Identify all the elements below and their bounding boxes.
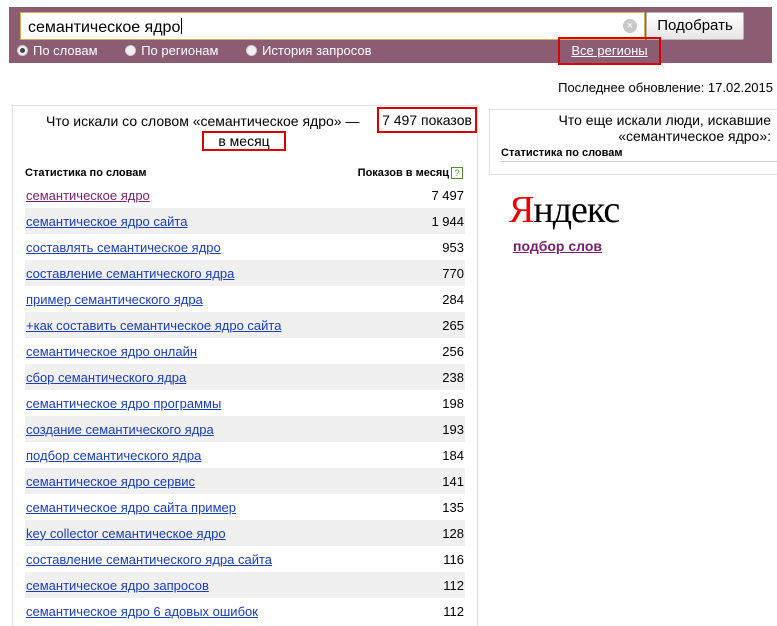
keyword-link[interactable]: семантическое ядро сервис	[25, 474, 195, 489]
table-row: составление семантического ядра сайта 116	[25, 546, 465, 572]
text-caret	[181, 18, 183, 34]
column-header-keyword: Статистика по словам	[25, 167, 147, 179]
keyword-count: 770	[442, 265, 464, 281]
radio-label: По словам	[33, 43, 98, 58]
table-row: семантическое ядро сайта пример 135	[25, 494, 465, 520]
keyword-link[interactable]: семантическое ядро 6 адовых ошибок	[25, 604, 258, 619]
keyword-link[interactable]: семантическое ядро	[25, 188, 150, 203]
related-heading-line2: «семантическое ядро»:	[618, 128, 771, 144]
table-row: сбор семантического ядра 238	[25, 364, 465, 390]
keyword-count: 256	[442, 343, 464, 359]
keyword-link[interactable]: составление семантического ядра сайта	[25, 552, 272, 567]
total-impressions: 7 497 показов	[377, 107, 477, 133]
related-column-header: Статистика по словам	[501, 147, 623, 159]
radio-icon	[246, 45, 258, 56]
table-row: семантическое ядро 7 497	[25, 182, 465, 208]
radio-selected-icon	[17, 45, 28, 56]
panel-heading: Что искали со словом «семантическое ядро…	[46, 113, 360, 129]
keyword-link[interactable]: сбор семантического ядра	[25, 370, 186, 385]
divider	[500, 161, 777, 162]
keyword-count: 198	[442, 395, 464, 411]
search-input-value: семантическое ядро	[28, 18, 183, 36]
keyword-count: 265	[442, 317, 464, 333]
keyword-link[interactable]: семантическое ядро сайта	[25, 214, 187, 229]
keyword-count: 135	[442, 499, 464, 515]
clear-icon[interactable]: ×	[623, 19, 637, 33]
per-month-label: в месяц	[202, 131, 286, 151]
logo-first-letter: Я	[509, 189, 534, 231]
all-regions-link[interactable]: Все регионы	[571, 43, 647, 58]
keyword-link[interactable]: +как составить семантическое ядро сайта	[25, 318, 281, 333]
keyword-link[interactable]: составление семантического ядра	[25, 266, 234, 281]
radio-by-words[interactable]: По словам	[17, 43, 98, 58]
keyword-link[interactable]: подбор семантического ядра	[25, 448, 201, 463]
table-row: key collector семантическое ядро 128	[25, 520, 465, 546]
all-regions-highlight: Все регионы	[558, 37, 661, 65]
table-row: семантическое ядро запросов 112	[25, 572, 465, 598]
table-row: семантическое ядро онлайн 256	[25, 338, 465, 364]
related-searches-panel: Что еще искали люди, искавшие «семантиче…	[489, 109, 777, 175]
table-row: составление семантического ядра 770	[25, 260, 465, 286]
keyword-link[interactable]: составлять семантическое ядро	[25, 240, 221, 255]
column-header-count-label: Показов в месяц	[357, 167, 449, 179]
related-heading: Что еще искали люди, искавшие «семантиче…	[559, 112, 771, 144]
keyword-table: семантическое ядро 7 497 семантическое яд…	[25, 182, 465, 624]
yandex-logo[interactable]: Яндекс	[509, 189, 620, 231]
table-row: семантическое ядро сервис 141	[25, 468, 465, 494]
keyword-count: 238	[442, 369, 464, 385]
radio-history[interactable]: История запросов	[246, 43, 372, 58]
last-update: Последнее обновление: 17.02.2015	[558, 80, 773, 95]
keyword-count: 141	[442, 473, 464, 489]
table-row: подбор семантического ядра 184	[25, 442, 465, 468]
keyword-link[interactable]: создание семантического ядра	[25, 422, 214, 437]
table-row: составлять семантическое ядро 953	[25, 234, 465, 260]
table-row: семантическое ядро сайта 1 944	[25, 208, 465, 234]
keyword-count: 7 497	[431, 187, 464, 203]
radio-icon	[125, 45, 137, 56]
search-mode-radios: По словам По регионам История запросов	[17, 43, 396, 58]
keyword-count: 1 944	[431, 213, 464, 229]
search-input[interactable]: семантическое ядро ×	[20, 12, 645, 40]
keyword-count: 112	[443, 603, 464, 619]
keyword-count: 112	[443, 577, 464, 593]
keyword-count: 193	[442, 421, 464, 437]
keyword-link[interactable]: семантическое ядро сайта пример	[25, 500, 236, 515]
help-icon[interactable]: ?	[451, 167, 463, 179]
keyword-link[interactable]: семантическое ядро запросов	[25, 578, 209, 593]
keyword-count: 284	[442, 291, 464, 307]
radio-by-regions[interactable]: По регионам	[125, 43, 218, 58]
keyword-count: 128	[442, 525, 464, 541]
keyword-count: 953	[442, 239, 464, 255]
keyword-link[interactable]: семантическое ядро программы	[25, 396, 221, 411]
radio-label: По регионам	[141, 43, 219, 58]
keyword-count: 184	[442, 447, 464, 463]
table-row: +как составить семантическое ядро сайта 2…	[25, 312, 465, 338]
keyword-link[interactable]: key collector семантическое ядро	[25, 526, 226, 541]
wordstat-link[interactable]: подбор слов	[513, 238, 602, 254]
table-row: семантическое ядро программы 198	[25, 390, 465, 416]
table-row: семантическое ядро 6 адовых ошибок 112	[25, 598, 465, 624]
table-row: пример семантического ядра 284	[25, 286, 465, 312]
search-bar: семантическое ядро × Подобрать По словам…	[9, 7, 772, 65]
search-button[interactable]: Подобрать	[646, 12, 744, 40]
radio-label: История запросов	[262, 43, 372, 58]
related-heading-line1: Что еще искали люди, искавшие	[558, 112, 771, 128]
table-row: создание семантического ядра 193	[25, 416, 465, 442]
keyword-stats-panel: Что искали со словом «семантическое ядро…	[12, 105, 478, 626]
column-header-count: Показов в месяц?	[358, 167, 463, 179]
keyword-link[interactable]: пример семантического ядра	[25, 292, 203, 307]
keyword-count: 116	[443, 551, 464, 567]
logo-rest: ндекс	[533, 189, 620, 231]
keyword-link[interactable]: семантическое ядро онлайн	[25, 344, 197, 359]
